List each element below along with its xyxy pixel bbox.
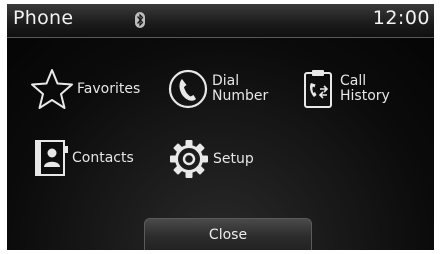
- menu-area: Favorites Dial Number Call History Conta…: [7, 38, 434, 250]
- setup-button[interactable]: Setup: [167, 138, 254, 180]
- phone-screen: Phone 12:00 Favorites Dial Number Call H…: [7, 4, 434, 250]
- call-history-label: Call History: [340, 74, 390, 104]
- call-history-icon: [301, 68, 337, 110]
- star-icon: [27, 68, 77, 110]
- contacts-button[interactable]: Contacts: [33, 138, 134, 178]
- call-history-button[interactable]: Call History: [301, 68, 390, 110]
- page-title: Phone: [13, 7, 74, 29]
- clock: 12:00: [372, 7, 430, 29]
- setup-label: Setup: [213, 150, 254, 167]
- dial-line-2: Number: [212, 88, 269, 104]
- dial-line-1: Dial: [212, 73, 240, 89]
- title-bar: Phone 12:00: [7, 4, 434, 38]
- dial-number-label: Dial Number: [212, 74, 268, 104]
- bluetooth-icon: [135, 12, 145, 28]
- gear-icon: [167, 138, 211, 180]
- favorites-label: Favorites: [77, 80, 141, 97]
- history-line-2: History: [340, 88, 390, 104]
- close-button[interactable]: Close: [144, 218, 312, 250]
- contacts-label: Contacts: [72, 149, 134, 166]
- dial-number-button[interactable]: Dial Number: [167, 68, 268, 110]
- history-line-1: Call: [340, 73, 367, 89]
- phone-handset-icon: [167, 68, 209, 110]
- favorites-button[interactable]: Favorites: [27, 68, 140, 110]
- contacts-book-icon: [33, 138, 69, 178]
